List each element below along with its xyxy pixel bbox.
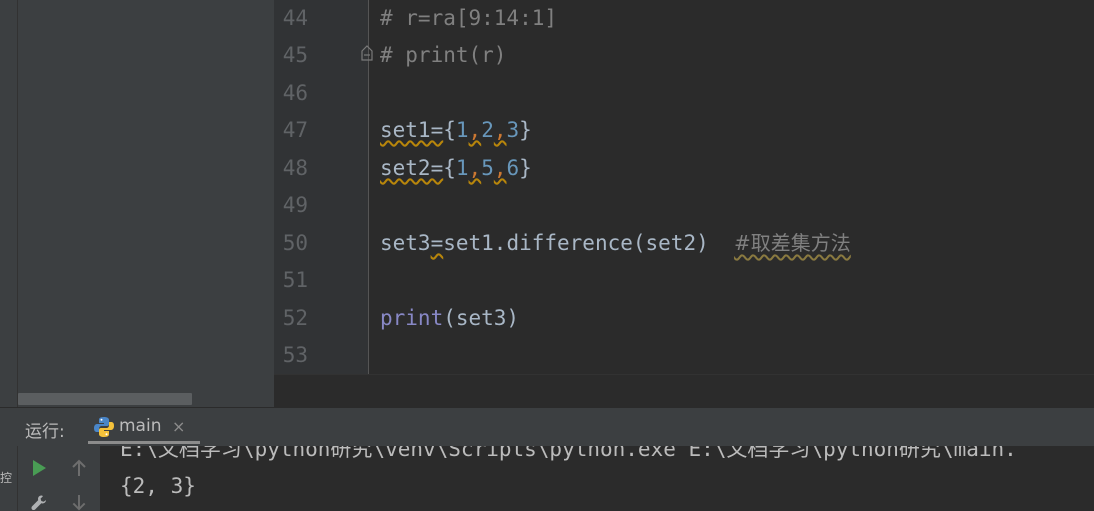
- code-line-set2: set2={1,5,6}: [380, 156, 532, 180]
- code-line-print: print(set3): [380, 304, 519, 332]
- run-tab-label: main: [119, 416, 162, 436]
- line-number: 52: [282, 306, 308, 330]
- line-number: 49: [282, 193, 308, 217]
- wrench-icon[interactable]: [28, 494, 50, 511]
- code-line-comment: # print(r): [380, 43, 507, 67]
- line-number: 45: [282, 43, 308, 67]
- print-builtin: print: [380, 306, 444, 330]
- run-console[interactable]: E:\文档学习\python研究\venv\Scripts\python.exe…: [100, 446, 1094, 511]
- run-tab-main[interactable]: main ×: [88, 410, 200, 444]
- close-icon[interactable]: ×: [172, 417, 185, 436]
- set2-assign: set2=: [380, 156, 444, 180]
- line-number: 48: [282, 156, 308, 180]
- line-number: 51: [282, 268, 308, 292]
- console-output-line: {2, 3}: [120, 474, 196, 498]
- code-line-comment: # r=ra[9:14:1]: [380, 6, 558, 30]
- active-tab-indicator: [88, 441, 200, 444]
- arrow-up-icon[interactable]: [70, 459, 88, 477]
- set1-assign: set1=: [380, 118, 444, 142]
- line-number: 47: [282, 118, 308, 142]
- number-literal: 5: [481, 156, 494, 180]
- code-line-set1: set1={1,2,3}: [380, 118, 532, 142]
- inline-comment: #取差集方法: [734, 231, 851, 255]
- play-icon[interactable]: [30, 459, 48, 477]
- number-literal: 2: [481, 118, 494, 142]
- project-panel: [18, 0, 274, 407]
- fold-marker-icon[interactable]: [360, 45, 374, 61]
- line-number: 46: [282, 81, 308, 105]
- line-number: 44: [282, 6, 308, 30]
- print-args: (set3): [443, 306, 520, 330]
- number-literal: 6: [506, 156, 520, 180]
- horizontal-scrollbar[interactable]: [18, 393, 192, 405]
- number-literal: 3: [506, 118, 520, 142]
- difference-call: set1.difference(set2): [443, 231, 709, 255]
- editor-bottom-area: [274, 374, 1094, 408]
- code-line-set3: set3=set1.difference(set2) #取差集方法: [380, 229, 851, 257]
- console-command-line: E:\文档学习\python研究\venv\Scripts\python.exe…: [120, 446, 1017, 461]
- number-literal: 1: [455, 156, 469, 180]
- arrow-down-icon[interactable]: [70, 494, 88, 511]
- assign-operator: =: [430, 231, 444, 255]
- tool-strip-label[interactable]: 控: [0, 472, 14, 485]
- set3-variable: set3: [380, 231, 431, 255]
- run-panel-title: 运行:: [25, 422, 65, 442]
- line-number: 53: [282, 343, 308, 367]
- line-number: 50: [282, 231, 308, 255]
- python-icon: [94, 417, 114, 437]
- number-literal: 1: [455, 118, 469, 142]
